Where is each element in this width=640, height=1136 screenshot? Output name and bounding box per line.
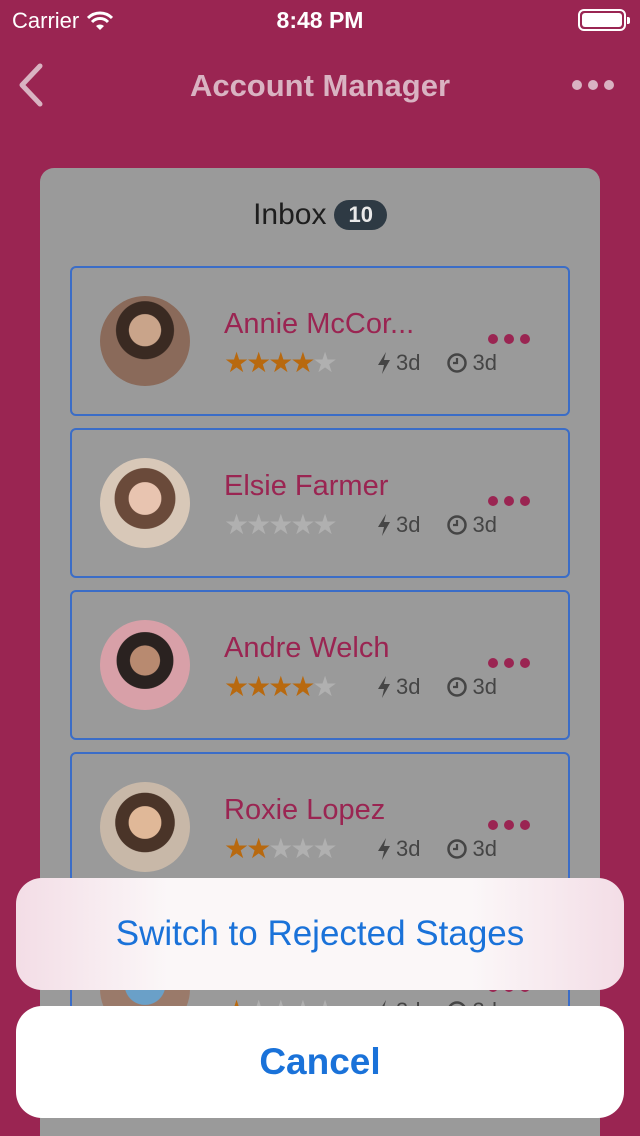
candidate-name: Andre Welch	[224, 632, 390, 664]
star-icon: ★	[268, 833, 293, 864]
candidate-meta: 3d 3d	[376, 512, 497, 538]
item-more-options-icon[interactable]	[488, 496, 530, 506]
star-icon: ★	[268, 347, 293, 378]
star-icon: ★	[246, 833, 271, 864]
star-icon: ★	[268, 671, 293, 702]
lightning-icon	[378, 352, 390, 374]
battery-icon	[578, 9, 630, 31]
lightning-icon	[378, 676, 390, 698]
candidate-name: Elsie Farmer	[224, 470, 389, 502]
page-title: Account Manager	[189, 68, 451, 103]
status-time: 8:48 PM	[276, 7, 364, 33]
inbox-count-badge: 10	[334, 200, 387, 230]
star-icon: ★	[224, 833, 249, 864]
star-icon: ★	[312, 833, 337, 864]
candidate-meta: 3d 3d	[376, 674, 497, 700]
age: 3d	[472, 674, 497, 699]
inbox-header: Inbox 10	[40, 198, 600, 232]
age: 3d	[472, 350, 497, 375]
candidate-list-item[interactable]: Annie McCor... ★★★★★ 3d 3d	[70, 266, 570, 416]
candidate-list-item[interactable]: Andre Welch ★★★★★ 3d 3d	[70, 590, 570, 740]
lightning-icon	[378, 514, 390, 536]
star-icon: ★	[290, 671, 315, 702]
clock-icon	[447, 353, 468, 373]
candidate-meta: 3d 3d	[376, 350, 497, 376]
inbox-title: Inbox	[253, 198, 327, 231]
response-time: 3d	[396, 674, 421, 699]
item-more-options-icon[interactable]	[488, 820, 530, 830]
more-options-icon[interactable]	[572, 80, 614, 90]
candidate-name: Roxie Lopez	[224, 794, 386, 826]
response-time: 3d	[396, 512, 421, 537]
star-rating: ★★★★★	[224, 347, 338, 378]
inbox-card: Inbox 10 Annie McCor... ★★★★★ 3d 3d Elsie Fa…	[40, 168, 600, 1136]
star-rating: ★★★★★	[224, 833, 338, 864]
navigation-bar: Account Manager	[0, 50, 640, 120]
star-icon: ★	[224, 509, 249, 540]
star-icon: ★	[312, 347, 337, 378]
switch-to-rejected-stages-button[interactable]: Switch to Rejected Stages	[16, 878, 624, 990]
star-icon: ★	[268, 509, 293, 540]
lightning-icon	[378, 838, 390, 860]
star-icon: ★	[312, 509, 337, 540]
candidate-meta: 3d 3d	[376, 836, 497, 862]
item-more-options-icon[interactable]	[488, 658, 530, 668]
response-time: 3d	[396, 836, 421, 861]
star-icon: ★	[246, 509, 271, 540]
item-more-options-icon[interactable]	[488, 334, 530, 344]
age: 3d	[472, 512, 497, 537]
star-icon: ★	[246, 347, 271, 378]
avatar	[100, 782, 190, 872]
star-rating: ★★★★★	[224, 509, 338, 540]
candidate-name: Annie McCor...	[224, 308, 415, 340]
star-icon: ★	[312, 671, 337, 702]
star-icon: ★	[224, 347, 249, 378]
star-icon: ★	[290, 347, 315, 378]
star-icon: ★	[290, 833, 315, 864]
avatar	[100, 458, 190, 548]
candidate-list-item[interactable]: Elsie Farmer ★★★★★ 3d 3d	[70, 428, 570, 578]
star-rating: ★★★★★	[224, 671, 338, 702]
star-icon: ★	[224, 671, 249, 702]
star-icon: ★	[246, 671, 271, 702]
avatar	[100, 296, 190, 386]
clock-icon	[447, 839, 468, 859]
cancel-button[interactable]: Cancel	[16, 1006, 624, 1118]
avatar	[100, 620, 190, 710]
response-time: 3d	[396, 350, 421, 375]
clock-icon	[447, 515, 468, 535]
status-bar: Carrier 8:48 PM	[0, 0, 640, 40]
star-icon: ★	[290, 509, 315, 540]
clock-icon	[447, 677, 468, 697]
age: 3d	[472, 836, 497, 861]
